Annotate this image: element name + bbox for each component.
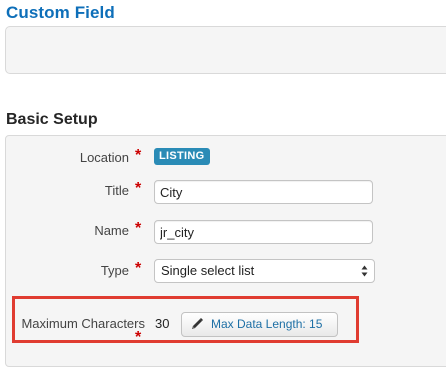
- section-title-basic-setup: Basic Setup: [6, 111, 98, 128]
- type-label: Type: [100, 263, 129, 278]
- name-label: Name: [94, 223, 129, 238]
- required-marker: *: [135, 147, 142, 164]
- required-marker: *: [135, 220, 142, 237]
- location-label: Location: [79, 150, 129, 165]
- required-marker: *: [135, 260, 142, 277]
- custom-field-panel: [5, 26, 446, 74]
- name-input[interactable]: [154, 220, 373, 244]
- location-badge: LISTING: [154, 148, 210, 165]
- required-marker: *: [135, 180, 142, 197]
- page-title: Custom Field: [6, 3, 115, 22]
- type-select[interactable]: Single select list: [154, 259, 375, 283]
- select-arrows-icon: [361, 265, 368, 277]
- title-label: Title: [104, 183, 129, 198]
- title-input[interactable]: [154, 180, 373, 204]
- type-select-value: Single select list: [161, 263, 255, 278]
- highlight-box: [12, 296, 359, 343]
